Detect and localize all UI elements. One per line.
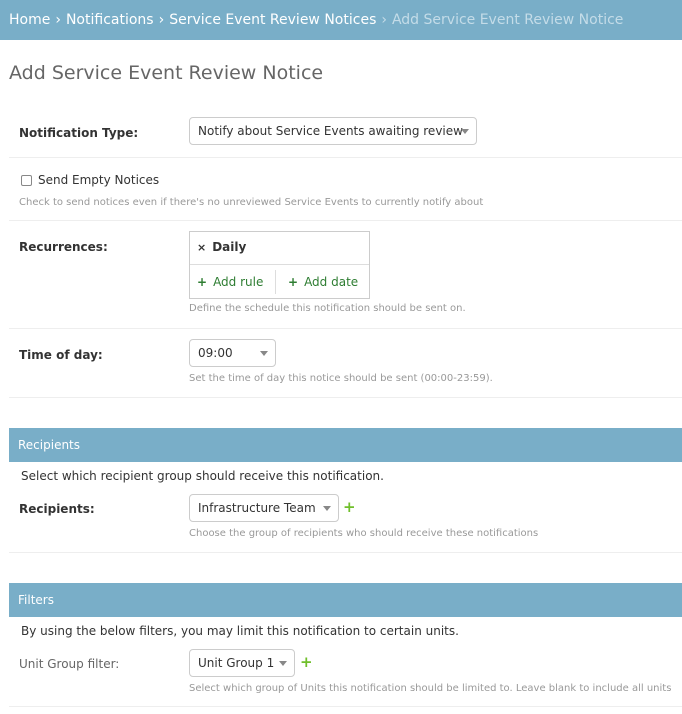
time-of-day-help: Set the time of day this notice should b… [189,373,493,384]
breadcrumb-separator: › [158,12,165,28]
chevron-down-icon [323,506,331,511]
recipients-value: Infrastructure Team [198,501,316,515]
filters-description: By using the below filters, you may limi… [21,624,459,638]
send-empty-help: Check to send notices even if there's no… [19,197,484,208]
send-empty-checkbox[interactable] [21,175,32,186]
send-empty-label: Send Empty Notices [38,173,160,187]
breadcrumb-separator: › [55,12,61,28]
recipients-help: Choose the group of recipients who shoul… [189,528,539,539]
chevron-down-icon [279,661,287,666]
recurrences-label: Recurrences: [19,240,108,254]
chevron-down-icon [461,129,469,134]
recipients-label: Recipients: [19,502,95,516]
chevron-down-icon [260,351,268,356]
plus-icon: + [197,275,208,289]
page-title: Add Service Event Review Notice [9,62,324,84]
recurrence-item-label: Daily [212,240,247,254]
notification-type-select[interactable]: Notify about Service Events awaiting rev… [189,117,477,145]
recurrence-item: × Daily [197,240,246,254]
breadcrumb-notifications[interactable]: Notifications [66,12,154,28]
recurrences-row: Recurrences: × Daily + Add rule + Add date … [9,221,682,329]
add-unit-group-icon[interactable]: + [300,655,313,670]
recipients-description: Select which recipient group should rece… [21,469,384,483]
unit-group-filter-value: Unit Group 1 [198,656,275,670]
unit-group-filter-label: Unit Group filter: [19,657,120,671]
unit-group-filter-select[interactable]: Unit Group 1 [189,649,295,677]
notification-type-value: Notify about Service Events awaiting rev… [198,124,463,138]
time-of-day-label: Time of day: [19,348,103,362]
send-empty-row: Send Empty Notices Check to send notices… [9,158,682,221]
filters-module: By using the below filters, you may limi… [9,617,682,707]
add-recipient-group-icon[interactable]: + [343,500,356,515]
add-date-link[interactable]: + Add date [288,275,358,289]
recurrences-help: Define the schedule this notification sh… [189,303,466,314]
time-of-day-value: 09:00 [198,346,233,360]
breadcrumb-home[interactable]: Home [9,12,50,28]
time-of-day-select[interactable]: 09:00 [189,339,276,367]
recipients-module: Select which recipient group should rece… [9,462,682,553]
notification-type-row: Notification Type: Notify about Service … [9,104,682,158]
add-rule-link[interactable]: + Add rule [197,275,263,289]
add-rule-label: Add rule [213,275,264,289]
divider [275,270,276,294]
breadcrumb-current: Add Service Event Review Notice [391,12,624,28]
time-of-day-row: Time of day: 09:00 Set the time of day t… [9,329,682,398]
close-icon[interactable]: × [197,241,206,254]
recipients-select[interactable]: Infrastructure Team [189,494,339,522]
recipients-heading: Recipients [9,428,682,462]
form-content: Notification Type: Notify about Service … [9,104,682,707]
breadcrumb: Home › Notifications › Service Event Rev… [0,0,682,40]
recurrence-widget: × Daily + Add rule + Add date [189,231,370,299]
plus-icon: + [288,275,299,289]
breadcrumb-service-event-review-notices[interactable]: Service Event Review Notices [169,12,376,28]
divider [190,264,369,265]
filters-heading: Filters [9,583,682,617]
unit-group-filter-help: Select which group of Units this notific… [189,683,672,694]
add-date-label: Add date [304,275,359,289]
breadcrumb-separator: › [381,12,387,28]
notification-type-label: Notification Type: [19,126,139,140]
